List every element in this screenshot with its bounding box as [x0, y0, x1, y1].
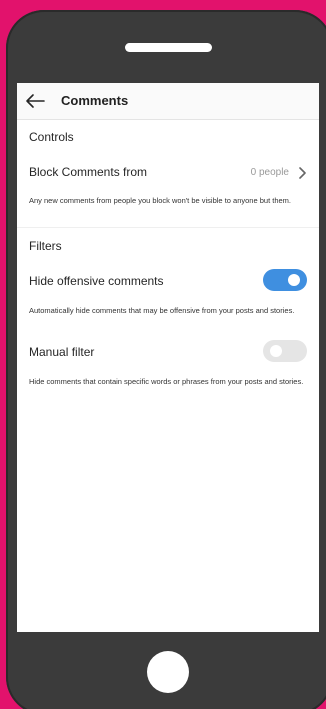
hide-offensive-row: Hide offensive comments: [17, 269, 319, 293]
block-comments-count: 0 people: [250, 167, 289, 178]
block-comments-row[interactable]: Block Comments from 0 people: [17, 159, 319, 185]
manual-filter-label: Manual filter: [29, 345, 95, 359]
manual-filter-description: Hide comments that contain specific word…: [29, 377, 304, 386]
hide-offensive-toggle[interactable]: [263, 269, 307, 291]
toggle-knob: [288, 274, 300, 286]
phone-screen: Comments Controls Block Comments from 0 …: [17, 83, 319, 632]
arrow-left-icon[interactable]: [25, 92, 45, 110]
chevron-right-icon: [299, 167, 306, 179]
page-title: Comments: [61, 93, 129, 108]
manual-filter-toggle[interactable]: [263, 340, 307, 362]
controls-section-title: Controls: [29, 130, 74, 144]
filters-section-title: Filters: [29, 239, 62, 253]
hide-offensive-label: Hide offensive comments: [29, 274, 164, 288]
hide-offensive-description: Automatically hide comments that may be …: [29, 306, 295, 315]
toggle-knob: [270, 345, 282, 357]
phone-speaker: [125, 43, 212, 52]
block-comments-description: Any new comments from people you block w…: [29, 196, 291, 205]
manual-filter-row: Manual filter: [17, 340, 319, 364]
section-divider: [17, 227, 319, 228]
top-bar: Comments: [17, 83, 319, 120]
block-comments-label: Block Comments from: [29, 165, 148, 179]
app-stage: Comments Controls Block Comments from 0 …: [0, 0, 326, 709]
home-button[interactable]: [147, 651, 189, 693]
